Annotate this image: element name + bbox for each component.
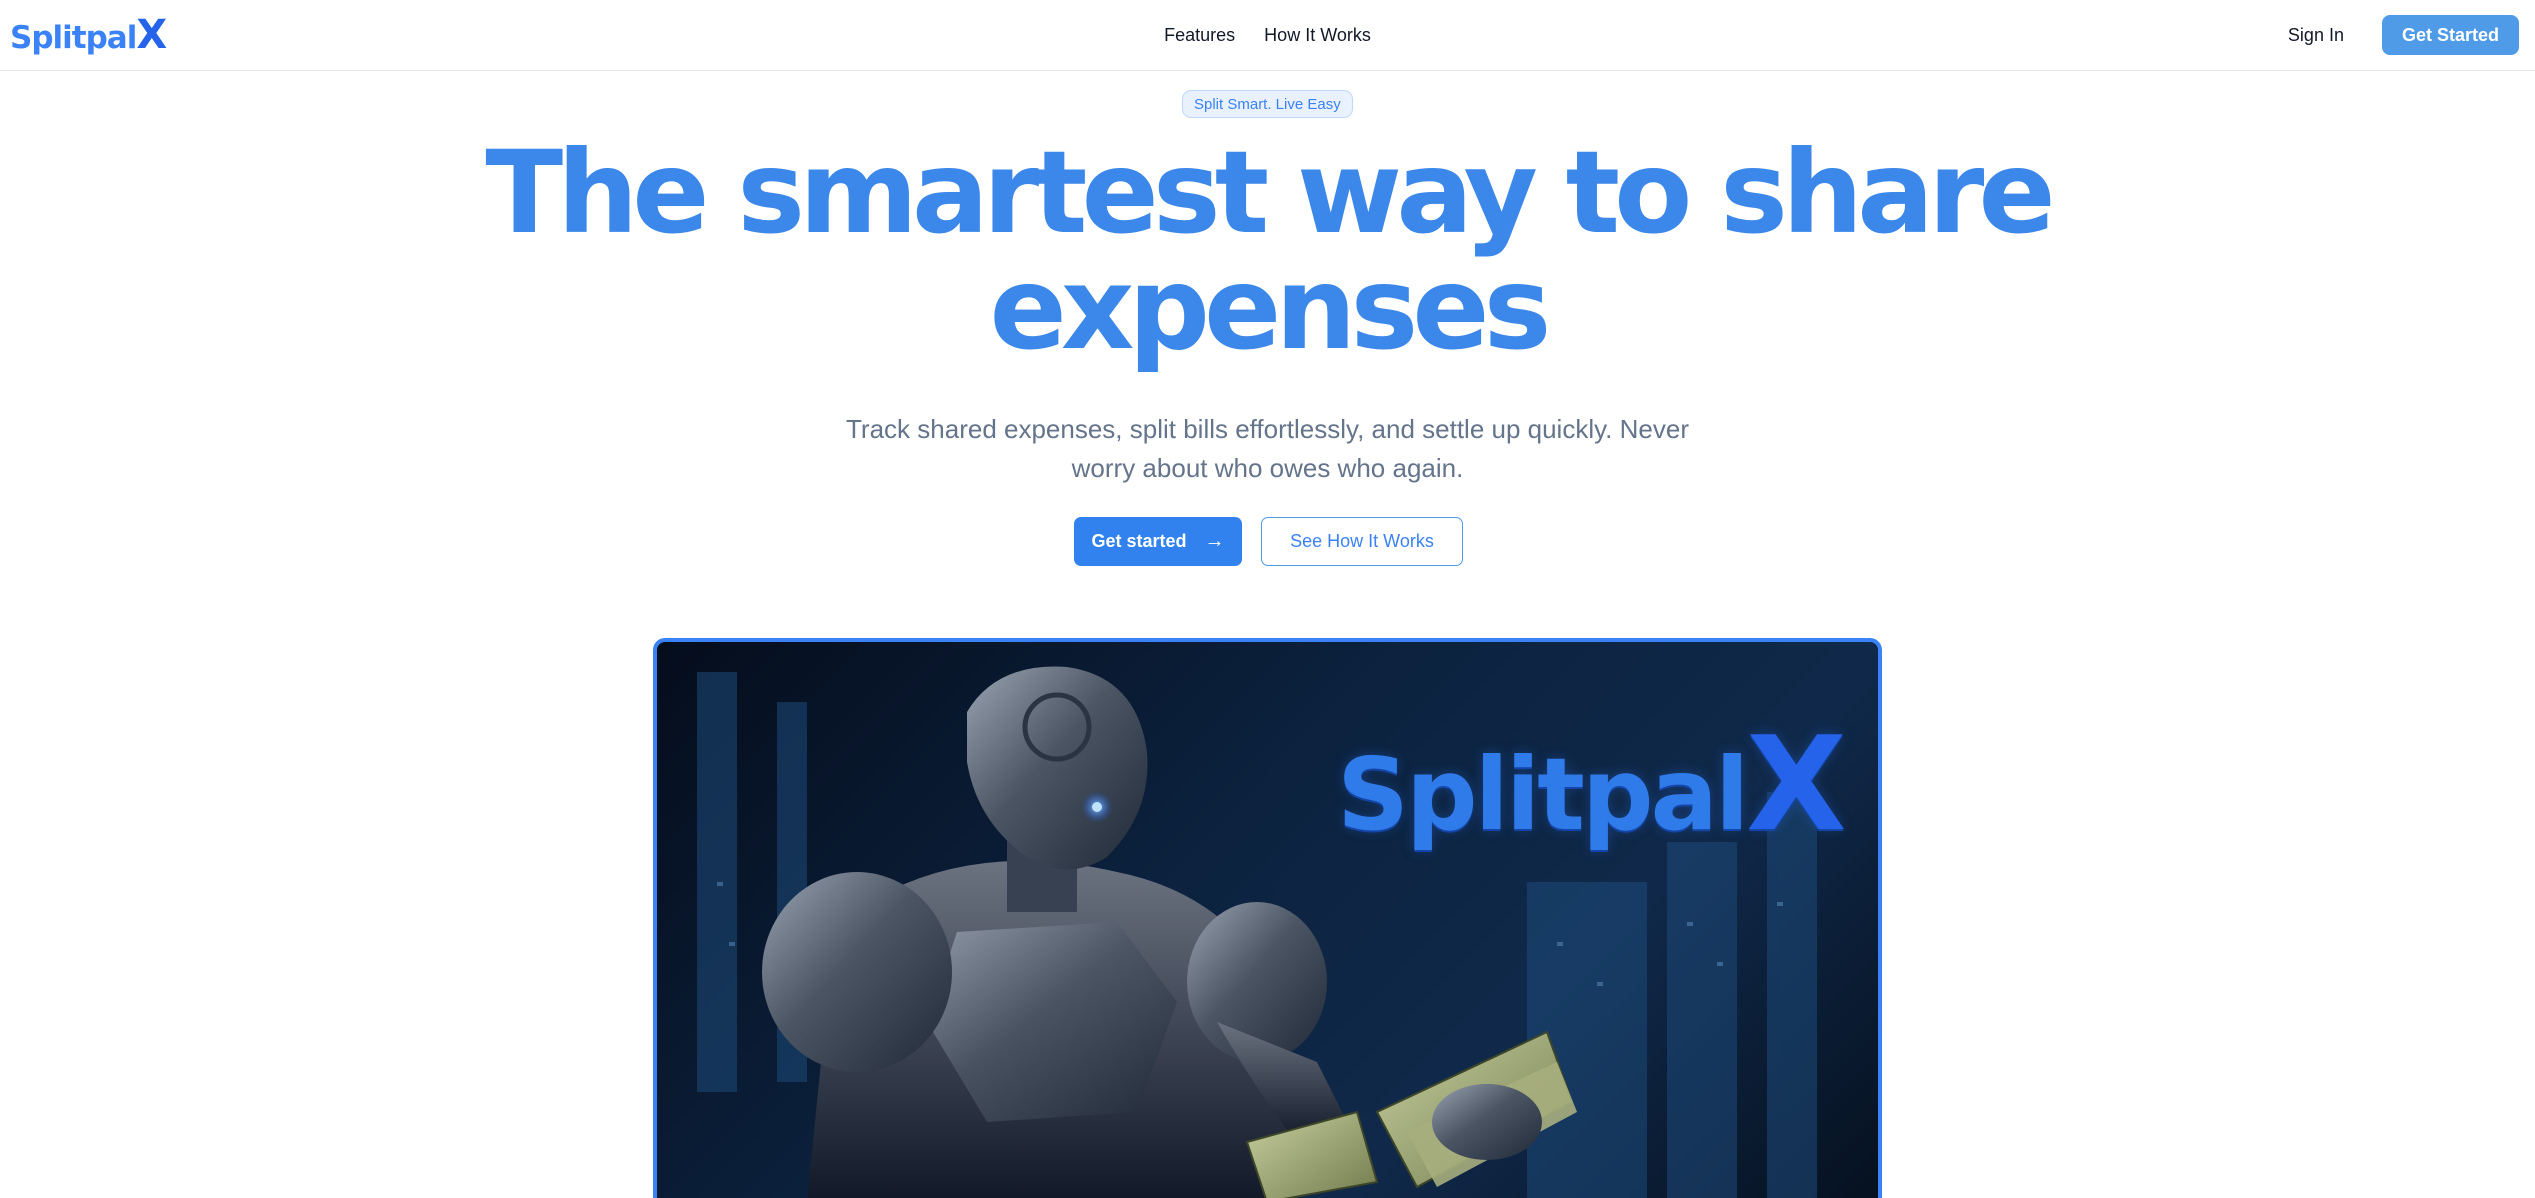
header-actions: Sign In Get Started (2288, 15, 2519, 55)
hero-subtitle-line-1: Track shared expenses, split bills effor… (846, 414, 1689, 444)
brand-logo-suffix: X (136, 12, 168, 58)
hero-image-logo: SplitpalX (1337, 708, 1847, 860)
site-header: Splitpal X Features How It Works Sign In … (0, 0, 2535, 71)
see-how-it-works-button[interactable]: See How It Works (1261, 517, 1463, 566)
get-started-button[interactable]: Get started → (1074, 517, 1242, 566)
hero-subtitle-line-2: worry about who owes who again. (1071, 453, 1464, 483)
hero-subtitle: Track shared expenses, split bills effor… (0, 410, 2535, 488)
brand-logo-name: Splitpal (10, 20, 137, 56)
hero-cta-row: Get started → See How It Works (1074, 517, 1463, 566)
nav-item-features[interactable]: Features (1164, 25, 1235, 46)
hero-headline-line-2: expenses (989, 242, 1552, 375)
hero-image: SplitpalX (653, 638, 1882, 1198)
hero-image-logo-name: Splitpal (1337, 736, 1749, 853)
get-started-header-button[interactable]: Get Started (2381, 15, 2519, 55)
hero-headline: The smartest way to share expenses (0, 135, 2535, 367)
get-started-button-label: Get started (1091, 531, 1187, 551)
hero-image-logo-suffix: X (1746, 708, 1847, 860)
hero-badge: Split Smart. Live Easy (1182, 90, 1353, 118)
sign-in-link[interactable]: Sign In (2288, 25, 2344, 46)
arrow-right-icon: → (1204, 530, 1225, 552)
nav-item-how-it-works[interactable]: How It Works (1264, 25, 1371, 46)
brand-logo[interactable]: Splitpal X (10, 12, 167, 58)
main-nav: Features How It Works (1164, 0, 1371, 71)
hero-headline-line-1: The smartest way to share (485, 126, 2055, 259)
